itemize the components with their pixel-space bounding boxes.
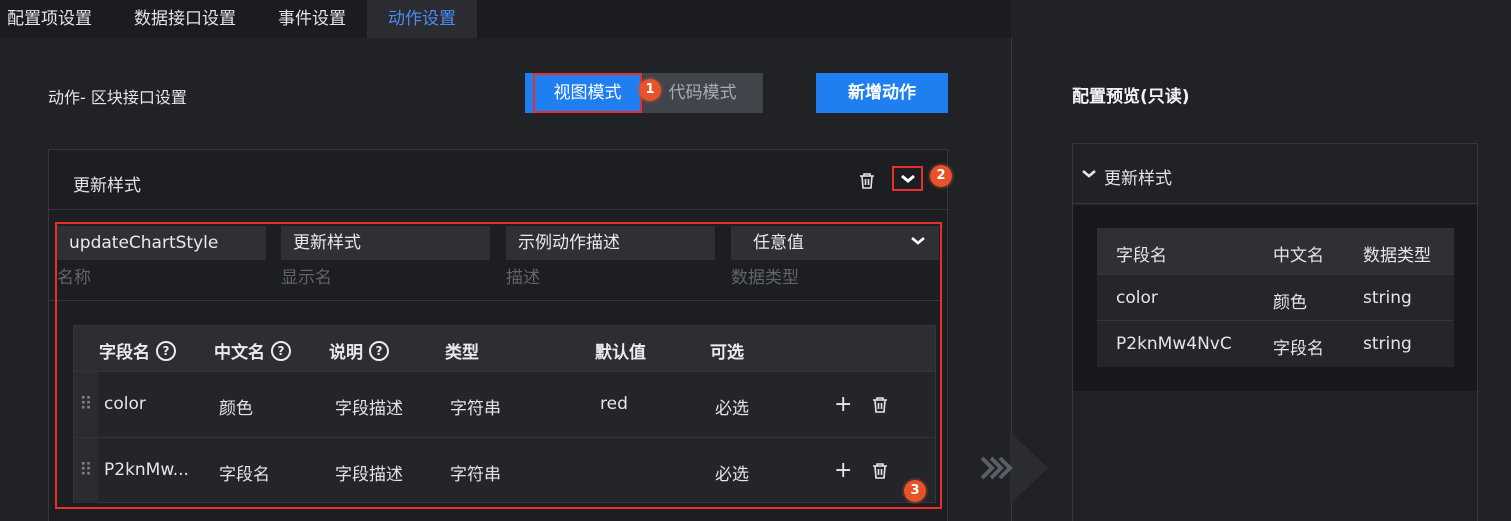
step-marker-3: 3 bbox=[904, 480, 926, 502]
tab-config-items[interactable]: 配置项设置 bbox=[0, 0, 113, 38]
preview-cell-cn: 字段名 bbox=[1273, 339, 1324, 359]
preview-body: 字段名 中文名 数据类型 color 颜色 string P2knMw4NvC … bbox=[1073, 205, 1477, 391]
preview-action-title: 更新样式 bbox=[1104, 169, 1172, 189]
preview-header-type: 数据类型 bbox=[1363, 246, 1431, 266]
table-row: color 颜色 string bbox=[1097, 274, 1454, 320]
tab-events[interactable]: 事件设置 bbox=[257, 0, 367, 38]
delete-action-icon[interactable] bbox=[858, 172, 876, 190]
preview-cell-field: color bbox=[1116, 288, 1158, 308]
preview-header-cn: 中文名 bbox=[1273, 246, 1324, 266]
chevron-down-icon bbox=[1082, 170, 1096, 178]
mode-switch-accent bbox=[525, 73, 533, 113]
action-title: 更新样式 bbox=[73, 176, 141, 196]
view-mode-button[interactable]: 视图模式 bbox=[533, 73, 642, 113]
preview-action-header[interactable]: 更新样式 bbox=[1073, 144, 1477, 204]
preview-table: 字段名 中文名 数据类型 color 颜色 string P2knMw4NvC … bbox=[1097, 228, 1454, 367]
preview-cell-type: string bbox=[1363, 288, 1412, 308]
preview-cell-field: P2knMw4NvC bbox=[1116, 334, 1232, 354]
action-panel-header: 更新样式 bbox=[49, 150, 947, 210]
chevron-down-icon bbox=[901, 174, 915, 183]
preview-table-header: 字段名 中文名 数据类型 bbox=[1097, 228, 1454, 274]
preview-panel: 更新样式 字段名 中文名 数据类型 color 颜色 string P2knMw… bbox=[1072, 143, 1478, 521]
arrow-right-icon bbox=[980, 432, 1048, 504]
tab-data-interface[interactable]: 数据接口设置 bbox=[113, 0, 257, 38]
preview-cell-cn: 颜色 bbox=[1273, 293, 1307, 313]
table-row: P2knMw4NvC 字段名 string bbox=[1097, 320, 1454, 366]
tab-actions[interactable]: 动作设置 bbox=[367, 0, 477, 38]
step-marker-2: 2 bbox=[930, 165, 952, 187]
step-marker-1: 1 bbox=[639, 79, 661, 101]
add-action-button[interactable]: 新增动作 bbox=[816, 73, 948, 113]
highlight-box bbox=[55, 222, 942, 509]
preview-cell-type: string bbox=[1363, 334, 1412, 354]
collapse-button[interactable] bbox=[892, 166, 923, 191]
preview-title: 配置预览(只读) bbox=[1072, 87, 1190, 107]
section-title: 动作- 区块接口设置 bbox=[48, 88, 187, 107]
tab-bar: 配置项设置 数据接口设置 事件设置 动作设置 bbox=[0, 0, 1011, 38]
preview-header-field: 字段名 bbox=[1116, 246, 1167, 266]
